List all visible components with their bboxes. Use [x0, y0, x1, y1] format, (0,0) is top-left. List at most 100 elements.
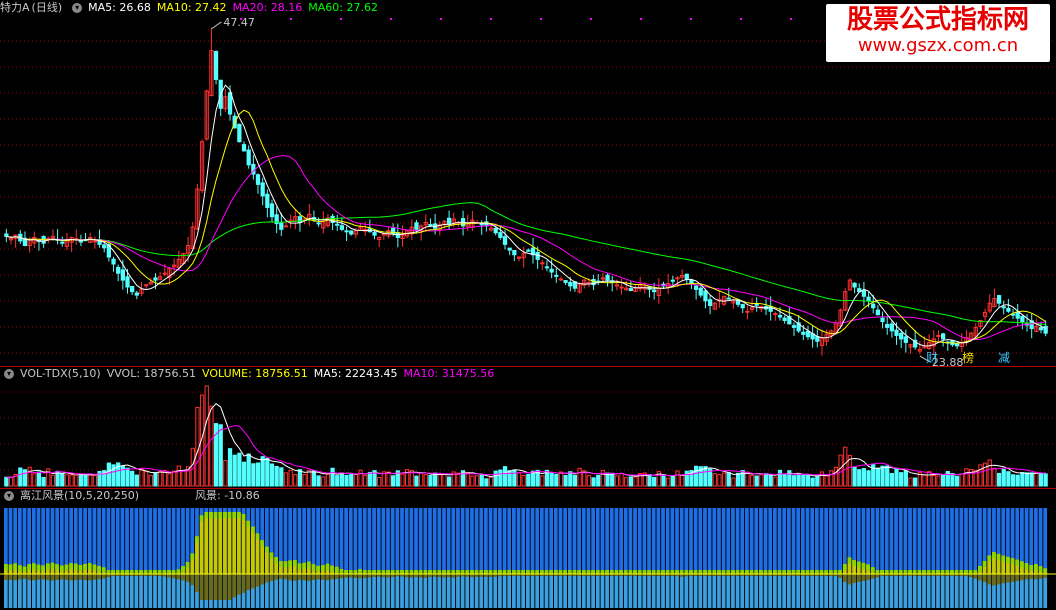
indicator-bar-top — [759, 508, 763, 574]
indicator-bar-bottom — [773, 574, 777, 608]
indicator-below — [199, 574, 204, 600]
indicator-bar-top — [395, 508, 400, 574]
volume-panel[interactable]: ▾ VOL-TDX(5,10) VVOL: 18756.51 VOLUME: 1875… — [0, 366, 1056, 488]
candle-body — [554, 274, 559, 277]
indicator-below — [982, 574, 987, 583]
volume-bar — [992, 467, 997, 487]
indicator-hump-top — [614, 570, 619, 574]
volume-bar — [204, 385, 209, 487]
indicator-bar-bottom — [507, 574, 512, 608]
volume-bar — [833, 466, 839, 487]
indicator-bar-top — [609, 508, 614, 574]
indicator-chart[interactable] — [0, 488, 1056, 610]
indicator-bar-top — [586, 508, 591, 574]
indicator-hump-top — [968, 570, 973, 574]
indicator-hump-top — [106, 570, 111, 574]
indicator-hump-top — [647, 570, 651, 574]
indicator-bar-top — [553, 508, 558, 574]
indicator-below — [339, 574, 344, 579]
indicator-bar-bottom — [735, 574, 740, 608]
indicator-below — [311, 574, 316, 580]
volume-bar — [195, 407, 200, 487]
indicator-hump-top — [1024, 563, 1029, 570]
volume-bar — [502, 466, 508, 487]
indicator-bar-bottom — [717, 574, 721, 608]
indicator-bar-top — [17, 508, 22, 574]
indicator-hump-top — [544, 570, 549, 574]
volume-bar — [810, 477, 815, 487]
high-price-label: 47.47 — [223, 16, 255, 29]
indicator-hump-top — [861, 562, 866, 569]
volume-bar — [176, 465, 181, 487]
indicator-hump-top — [754, 570, 759, 574]
volume-bar — [78, 473, 84, 487]
indicator-below — [856, 574, 861, 582]
indicator-hump — [209, 512, 213, 574]
indicator-bar-bottom — [125, 574, 129, 608]
candle-body — [903, 336, 908, 343]
indicator-hump-top — [679, 570, 684, 574]
volume-bar — [670, 476, 675, 487]
price-chart-panel[interactable]: 特力A (日线) ▾ MA5: 26.68 MA10: 27.42 MA20: 28.16… — [0, 0, 1056, 366]
indicator-name[interactable]: 离江风景(10,5,20,250) — [20, 489, 139, 502]
indicator-below — [92, 574, 97, 580]
candle-body — [880, 317, 885, 323]
indicator-below — [55, 574, 59, 580]
signal-dot — [290, 18, 292, 20]
volume-bar — [712, 473, 717, 487]
indicator-hump-top — [474, 570, 479, 574]
volume-bar — [931, 474, 936, 487]
indicator-bar-bottom — [512, 574, 516, 608]
volume-bar — [791, 475, 797, 487]
indicator-panel[interactable]: ▾ 离江风景(10,5,20,250) 风景: -10.86 — [0, 488, 1056, 610]
indicator-bar-top — [97, 508, 101, 574]
volume-bar — [1034, 472, 1039, 487]
indicator-bar-bottom — [591, 574, 595, 608]
indicator-bar-top — [600, 508, 605, 574]
candle-body — [782, 317, 787, 321]
candle-body — [246, 149, 251, 166]
indicator-bar-bottom — [414, 574, 418, 608]
indicator-bar-bottom — [838, 574, 842, 608]
indicator-bar-bottom — [670, 574, 675, 608]
indicator-hump-top — [698, 570, 703, 574]
volume-bar — [232, 454, 237, 487]
indicator-hump — [241, 514, 246, 574]
indicator-bar-top — [92, 508, 97, 574]
indicator-hump-top — [908, 570, 912, 574]
volume-bar — [325, 473, 331, 487]
indicator-below — [274, 574, 279, 580]
volume-bar — [796, 474, 801, 487]
indicator-bar-bottom — [143, 574, 148, 608]
volume-bar — [927, 471, 932, 487]
volume-bar — [316, 475, 321, 487]
indicator-bar-bottom — [828, 574, 833, 608]
volume-bar — [880, 465, 885, 487]
indicator-bar-bottom — [148, 574, 153, 608]
indicator-hump — [251, 526, 255, 574]
indicator-hump-top — [553, 570, 558, 574]
indicator-bar-top — [707, 508, 712, 574]
indicator-hump-top — [563, 570, 568, 574]
indicator-below — [978, 574, 982, 581]
indicator-bar-bottom — [656, 574, 661, 608]
volume-bar — [339, 472, 345, 487]
indicator-hump-top — [120, 570, 125, 574]
volume-bar — [377, 477, 382, 487]
indicator-bar-top — [749, 508, 754, 574]
indicator-hump-top — [903, 570, 908, 574]
indicator-hump-top — [898, 570, 903, 574]
volume-bar — [139, 468, 144, 487]
indicator-hump-top — [488, 570, 493, 574]
volume-bar — [773, 476, 778, 487]
indicator-bar-bottom — [470, 574, 474, 608]
volume-bar — [274, 465, 279, 487]
indicator-bar-bottom — [577, 574, 581, 608]
indicator-hump-top — [171, 570, 176, 574]
volume-chart[interactable] — [0, 366, 1056, 488]
indicator-bar-top — [512, 508, 516, 574]
indicator-below — [386, 574, 390, 578]
indicator-bar-bottom — [278, 574, 283, 608]
indicator-settings-icon[interactable]: ▾ — [4, 491, 14, 501]
signal-dot — [590, 18, 592, 20]
